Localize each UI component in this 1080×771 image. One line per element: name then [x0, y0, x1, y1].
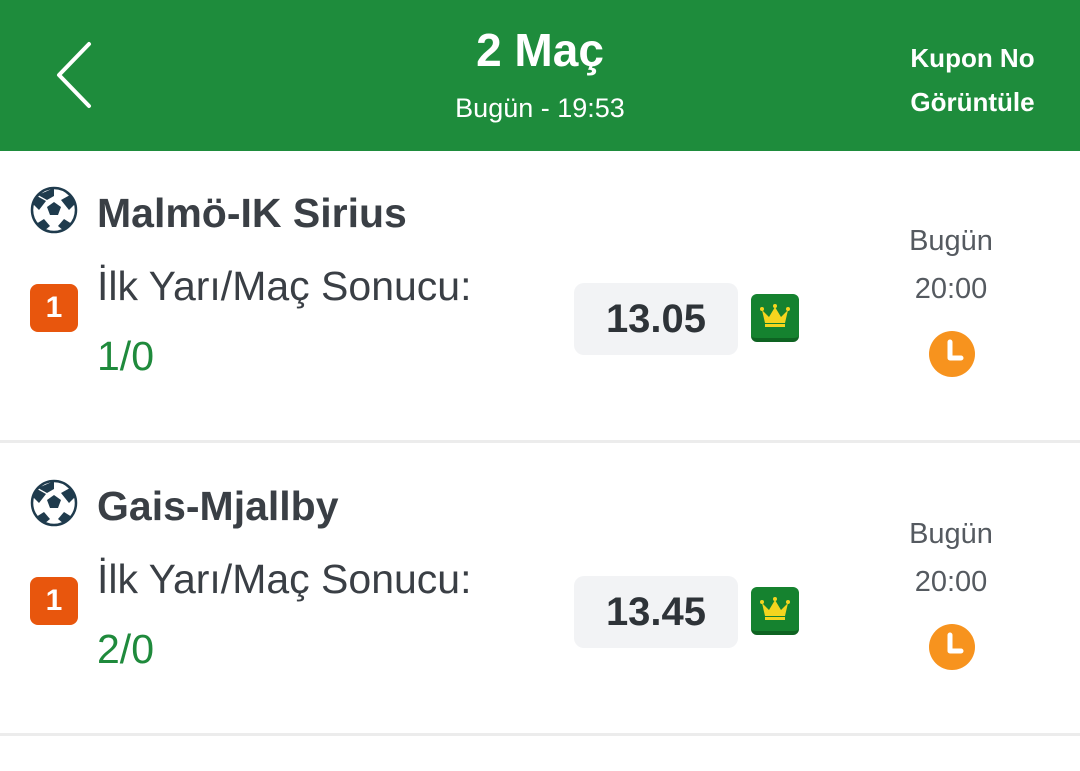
match-date: Bugün — [909, 518, 993, 550]
crown-badge — [751, 587, 799, 635]
app-header: 2 Maç Bugün - 19:53 Kupon No Görüntüle — [0, 0, 1080, 151]
market-name: İlk Yarı/Maç Sonucu: — [97, 263, 472, 309]
odds-value[interactable]: 13.45 — [574, 576, 738, 648]
market-name: İlk Yarı/Maç Sonucu: — [97, 556, 472, 602]
bet-selection: 2/0 — [97, 626, 154, 672]
page-title: 2 Maç — [476, 24, 604, 76]
clock-icon — [929, 331, 975, 377]
back-button[interactable] — [40, 30, 110, 120]
match-time: 20:00 — [914, 566, 988, 598]
match-teams: Malmö-IK Sirius — [97, 190, 407, 236]
match-card: Gais-Mjallby 1 İlk Yarı/Maç Sonucu: 2/0 … — [0, 444, 1080, 736]
clock-icon — [929, 624, 975, 670]
mbs-badge: 1 — [30, 577, 78, 625]
match-date: Bugün — [909, 225, 993, 257]
header-center: 2 Maç Bugün - 19:53 — [340, 0, 740, 151]
view-coupon-number-link[interactable]: Kupon No Görüntüle — [880, 36, 1065, 124]
bet-selection: 1/0 — [97, 333, 154, 379]
soccer-ball-icon — [30, 479, 78, 527]
soccer-ball-icon — [30, 186, 78, 234]
page-subtitle: Bugün - 19:53 — [455, 93, 625, 123]
match-time: 20:00 — [914, 273, 988, 305]
mbs-badge: 1 — [30, 284, 78, 332]
crown-icon — [760, 304, 790, 327]
crown-badge — [751, 294, 799, 342]
chevron-left-icon — [57, 42, 91, 108]
match-teams: Gais-Mjallby — [97, 483, 339, 529]
crown-icon — [760, 597, 790, 620]
match-card: Malmö-IK Sirius 1 İlk Yarı/Maç Sonucu: 1… — [0, 151, 1080, 443]
odds-value[interactable]: 13.05 — [574, 283, 738, 355]
